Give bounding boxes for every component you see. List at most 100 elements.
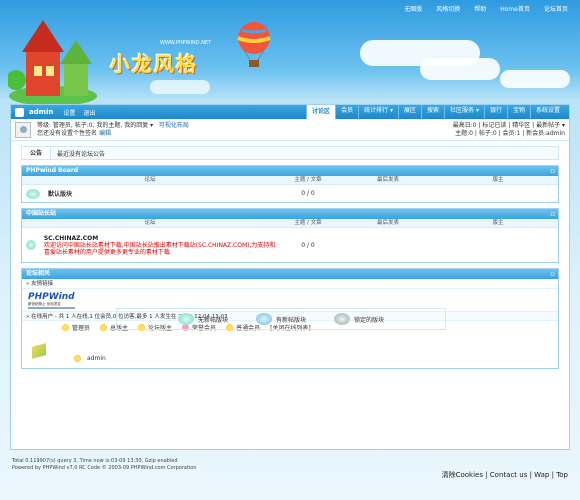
col-lastpost: 最后发表 bbox=[376, 220, 399, 226]
settings-link[interactable]: 设置 bbox=[63, 108, 75, 117]
cloud bbox=[420, 58, 500, 80]
forum-icon-legend: 无新帖版块 有新帖版块 锁定的版块 bbox=[116, 308, 446, 330]
footer-links: 清除Cookies | Contact us | Wap | Top bbox=[441, 471, 568, 479]
menu-item-gallery[interactable]: 展区 bbox=[398, 105, 421, 119]
footer-powered-by: Powered by PHPWind v7.0 RC Code © 2003-0… bbox=[12, 464, 197, 471]
logo-title: 小龙风格 bbox=[110, 52, 198, 76]
section-header: 中国站长站 ▫ bbox=[22, 209, 558, 219]
hot-air-balloon-icon bbox=[237, 22, 271, 67]
legend-label: 管理员 bbox=[72, 325, 91, 332]
col-moderator: 版主 bbox=[492, 177, 504, 183]
no-new-posts-icon bbox=[26, 188, 40, 199]
user-bar: admin 设置 退出 讨论区 会员 统计排行 ▾ 展区 搜索 社区服务 ▾ 银… bbox=[11, 105, 569, 119]
top-link[interactable]: Top bbox=[556, 471, 568, 479]
legend-admin: 管理员 bbox=[62, 323, 90, 332]
new-posts-icon bbox=[255, 313, 272, 325]
forum-stats-line1[interactable]: 最高日:0 | 标记已读 | 精华区 | 最新帖子 ▾ bbox=[453, 122, 565, 130]
menu-item-forum[interactable]: 讨论区 bbox=[306, 105, 336, 119]
footer-query-info: Total 0.119907(s) query 3, Time now is:0… bbox=[12, 458, 178, 464]
friend-links-header: » 友情链接 bbox=[22, 279, 558, 289]
sun-icon bbox=[100, 324, 108, 331]
col-moderator: 版主 bbox=[492, 220, 504, 226]
user-level-text[interactable]: 等级: 管理员, 帖子:0, 我的主题, 我的回复 ▾ bbox=[37, 122, 153, 129]
menu-item-treasure[interactable]: 宝物 bbox=[506, 105, 530, 119]
wap-link[interactable]: Wap bbox=[534, 471, 549, 479]
top-nav-item[interactable]: 风格切换 bbox=[436, 4, 460, 13]
main-container: admin 设置 退出 讨论区 会员 统计排行 ▾ 展区 搜索 社区服务 ▾ 银… bbox=[10, 104, 570, 450]
menu-item-services[interactable]: 社区服务 ▾ bbox=[444, 105, 484, 119]
collapse-icon[interactable]: ▫ bbox=[550, 209, 555, 219]
avatar[interactable] bbox=[15, 122, 31, 138]
forum-counts: 0 / 0 bbox=[301, 190, 315, 197]
announcement-bar: 公告 最近没有论坛公告 bbox=[21, 146, 559, 160]
column-headers: 论坛 主题 / 文章 最后发表 版主 bbox=[22, 219, 558, 228]
top-nav-item[interactable]: Home首页 bbox=[500, 4, 530, 13]
col-forum: 论坛 bbox=[144, 177, 156, 183]
username-link[interactable]: admin bbox=[29, 108, 53, 116]
forum-section-phpwind: PHPwind Board ▫ 论坛 主题 / 文章 最后发表 版主 默认版块 … bbox=[21, 165, 559, 203]
forum-name-link[interactable]: 默认版块 bbox=[48, 189, 72, 198]
collapse-icon[interactable]: ▫ bbox=[550, 166, 555, 176]
sun-icon bbox=[62, 324, 69, 331]
section-header: 论坛相关 ▫ bbox=[22, 269, 558, 279]
friend-links-label: 友情链接 bbox=[31, 281, 54, 287]
castle-logo-icon bbox=[8, 20, 97, 104]
menu-item-stats[interactable]: 统计排行 ▾ bbox=[358, 105, 398, 119]
locked-forum-icon bbox=[334, 313, 350, 325]
online-user-name[interactable]: admin bbox=[87, 355, 106, 362]
contact-us-link[interactable]: Contact us bbox=[490, 471, 528, 479]
forum-row: SC.CHINAZ.COM 欢迎访问中国站长站素材下载,中国站长站推出素材下载站… bbox=[22, 228, 558, 262]
chinaz-forum-description[interactable]: SC.CHINAZ.COM 欢迎访问中国站长站素材下载,中国站长站推出素材下载站… bbox=[44, 235, 278, 256]
top-nav-item[interactable]: 论坛首页 bbox=[544, 4, 568, 13]
logout-link[interactable]: 退出 bbox=[83, 108, 95, 117]
forum-counts: 0 / 0 bbox=[301, 241, 315, 249]
footer-info: Total 0.119907(s) query 3, Time now is:0… bbox=[12, 458, 197, 471]
legend-text: 无新帖版块 bbox=[197, 316, 228, 324]
chinaz-text: 欢迎访问中国站长站素材下载,中国站长站推出素材下载站(SC.CHINAZ.COM… bbox=[43, 241, 276, 256]
forum-stats-line2: 主题:0 | 帖子:0 | 会员:1 | 新会员:admin bbox=[455, 130, 565, 137]
top-nav-item[interactable]: 帮助 bbox=[474, 4, 486, 13]
legend-text: 锁定的版块 bbox=[354, 316, 385, 324]
menu-item-members[interactable]: 会员 bbox=[335, 105, 358, 119]
menu-item-bank[interactable]: 银行 bbox=[483, 105, 507, 119]
phpwind-logo-text: PHPWind bbox=[28, 292, 75, 302]
menu-item-system-settings[interactable]: 系统设置 bbox=[529, 105, 565, 119]
visual-layout-link[interactable]: 可视化布局 bbox=[159, 122, 189, 129]
logo-url: WWW.PHPWIND.NET bbox=[160, 40, 212, 46]
phpwind-logo[interactable]: PHPWind 新世纪网上 论坛发言 bbox=[28, 292, 75, 309]
user-info-bar: 等级: 管理员, 帖子:0, 我的主题, 我的回复 ▾ 可视化布局 您还没有设置… bbox=[11, 119, 569, 141]
top-nav: 无图版 风格切换 帮助 Home首页 论坛首页 bbox=[404, 4, 568, 13]
sun-icon bbox=[74, 354, 81, 362]
forum-section-chinaz: 中国站长站 ▫ 论坛 主题 / 文章 最后发表 版主 SC.CHINAZ.COM… bbox=[21, 208, 559, 263]
edit-signature-link[interactable]: 编辑 bbox=[99, 130, 111, 137]
col-topics: 主题 / 文章 bbox=[294, 220, 322, 226]
phpwind-logo-subtitle: 新世纪网上 论坛发言 bbox=[28, 302, 61, 306]
banner: WWW.PHPWIND.NET 小龙风格 bbox=[0, 0, 580, 104]
section-header: PHPwind Board ▫ bbox=[22, 166, 558, 176]
menu-item-search[interactable]: 搜索 bbox=[421, 105, 444, 119]
column-headers: 论坛 主题 / 文章 最后发表 版主 bbox=[22, 176, 558, 185]
cloud bbox=[500, 70, 570, 88]
section-title[interactable]: 中国站长站 bbox=[26, 210, 56, 217]
online-user[interactable]: admin bbox=[74, 354, 106, 362]
clear-cookies-link[interactable]: 清除Cookies bbox=[442, 471, 483, 479]
forum-stats: 最高日:0 | 标记已读 | 精华区 | 最新帖子 ▾ 主题:0 | 帖子:0 … bbox=[453, 122, 565, 137]
legend-text: 有新帖版块 bbox=[275, 316, 306, 324]
legend-has-new: 有新帖版块 bbox=[255, 313, 306, 325]
user-avatar-icon bbox=[15, 107, 24, 117]
section-title[interactable]: PHPwind Board bbox=[26, 167, 78, 174]
main-menu: 讨论区 会员 统计排行 ▾ 展区 搜索 社区服务 ▾ 银行 宝物 系统设置 bbox=[306, 105, 565, 119]
no-new-posts-icon bbox=[26, 240, 36, 250]
legend-locked: 锁定的版块 bbox=[334, 313, 384, 325]
chinaz-title[interactable]: SC.CHINAZ.COM bbox=[44, 235, 278, 242]
cloud bbox=[150, 80, 210, 94]
signature-text: 您还没有设置个性签名 bbox=[37, 130, 98, 137]
top-nav-item[interactable]: 无图版 bbox=[404, 4, 422, 13]
collapse-icon[interactable]: ▫ bbox=[550, 269, 555, 279]
online-user-list: admin bbox=[22, 334, 558, 368]
user-info: 等级: 管理员, 帖子:0, 我的主题, 我的回复 ▾ 可视化布局 您还没有设置… bbox=[37, 122, 189, 137]
legend-no-new: 无新帖版块 bbox=[177, 313, 228, 325]
col-lastpost: 最后发表 bbox=[376, 177, 399, 183]
col-topics: 主题 / 文章 bbox=[294, 177, 322, 183]
no-new-posts-icon bbox=[177, 313, 194, 325]
